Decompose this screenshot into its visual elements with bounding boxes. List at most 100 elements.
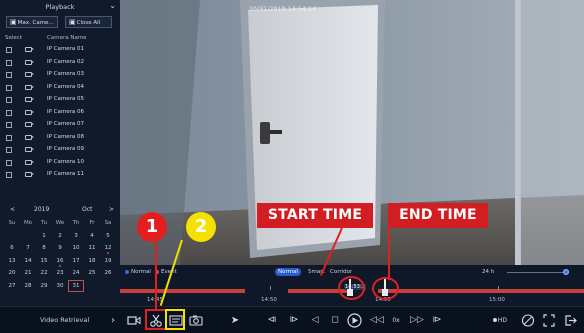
fast-forward-icon[interactable]: ▷▷ bbox=[410, 313, 424, 328]
calendar-day[interactable]: 21 bbox=[20, 267, 36, 279]
camera-checkbox[interactable] bbox=[6, 84, 12, 91]
calendar-day[interactable]: 29 bbox=[36, 280, 52, 292]
calendar-weekday: Sa bbox=[104, 220, 112, 226]
calendar-day[interactable]: 26 bbox=[100, 267, 116, 279]
calendar-day[interactable]: 30 bbox=[52, 280, 68, 292]
camera-checkbox[interactable] bbox=[6, 134, 12, 141]
calendar-day[interactable]: 28 bbox=[20, 280, 36, 292]
camera-checkbox[interactable] bbox=[6, 147, 12, 153]
camera-list-item[interactable]: IP Camera 06 bbox=[0, 107, 120, 120]
camera-icon bbox=[25, 84, 34, 90]
camera-list-item[interactable]: IP Camera 10 bbox=[0, 157, 120, 170]
normal-dot-icon bbox=[125, 269, 129, 274]
calendar-day[interactable]: 13 bbox=[4, 255, 20, 267]
legend-normal-label: Normal bbox=[131, 269, 151, 275]
camera-name: IP Camera 06 bbox=[47, 108, 85, 115]
calendar-day[interactable]: 27 bbox=[4, 280, 20, 292]
play-icon[interactable] bbox=[347, 313, 362, 328]
camera-list-item[interactable]: IP Camera 08 bbox=[0, 132, 120, 145]
calendar-day[interactable]: 24 bbox=[68, 267, 84, 279]
camera-name: IP Camera 02 bbox=[47, 58, 85, 65]
camera-name: IP Camera 04 bbox=[47, 83, 85, 90]
step-icon[interactable]: ⧐ bbox=[432, 313, 442, 328]
calendar-day[interactable]: 18 bbox=[84, 255, 100, 267]
calendar-weekday: Tu bbox=[40, 220, 47, 226]
snapshot-icon[interactable] bbox=[189, 313, 203, 328]
hd-toggle-icon[interactable]: HD bbox=[488, 313, 512, 328]
camera-list-item[interactable]: IP Camera 09 bbox=[0, 144, 120, 157]
prev-frame-icon[interactable]: ⧏ bbox=[266, 313, 278, 328]
calendar-day[interactable]: 23 bbox=[52, 267, 68, 279]
chevron-right-icon[interactable]: › bbox=[109, 313, 117, 328]
close-all-icon: ▣ bbox=[69, 18, 76, 26]
no-audio-icon[interactable] bbox=[521, 313, 535, 328]
calendar-day[interactable]: 19 bbox=[100, 255, 116, 267]
calendar-month: Oct bbox=[82, 206, 93, 213]
stop-icon[interactable]: ◻ bbox=[330, 313, 340, 328]
camera-checkbox[interactable] bbox=[6, 159, 12, 166]
calendar-day[interactable]: 12 bbox=[100, 242, 116, 254]
next-month-icon[interactable]: > bbox=[109, 206, 114, 213]
camera-name: IP Camera 05 bbox=[47, 96, 85, 102]
pointer-icon[interactable]: ➤ bbox=[230, 313, 240, 328]
zoom-level: 24 h bbox=[482, 269, 495, 275]
close-all-button[interactable]: ▣Close All bbox=[65, 16, 112, 28]
calendar-day[interactable]: 10 bbox=[68, 242, 84, 254]
camera-list-item[interactable]: IP Camera 03 bbox=[0, 69, 120, 82]
tick-label: 14:50 bbox=[261, 297, 277, 303]
camera-icon bbox=[25, 122, 34, 127]
camera-list-item[interactable]: IP Camera 02 bbox=[0, 57, 120, 70]
calendar-day[interactable]: 9 bbox=[52, 242, 68, 254]
hd-label: HD bbox=[497, 317, 508, 324]
camera-checkbox[interactable] bbox=[6, 172, 12, 178]
reverse-play-icon[interactable]: ◁ bbox=[310, 313, 320, 328]
prev-month-icon[interactable]: < bbox=[10, 206, 15, 213]
camera-list-item[interactable]: IP Camera 07 bbox=[0, 119, 120, 132]
calendar-day[interactable]: 31 bbox=[68, 279, 84, 292]
exit-icon[interactable] bbox=[565, 313, 577, 328]
calendar-weekday: We bbox=[55, 220, 65, 226]
mode-corridor-button[interactable]: Corridor bbox=[327, 268, 355, 276]
camera-list-item[interactable]: IP Camera 05 bbox=[0, 94, 120, 107]
camera-name: IP Camera 03 bbox=[47, 71, 85, 77]
camera-icon bbox=[25, 109, 34, 115]
calendar-weekday: Su bbox=[8, 220, 16, 226]
calendar-day[interactable]: 4 bbox=[84, 230, 100, 242]
camera-checkbox[interactable] bbox=[6, 97, 12, 103]
camera-outline-icon[interactable] bbox=[127, 313, 141, 328]
camera-checkbox[interactable] bbox=[6, 72, 12, 78]
camera-checkbox[interactable] bbox=[6, 109, 12, 116]
calendar-day[interactable]: 6 bbox=[4, 242, 20, 254]
camera-list-item[interactable]: IP Camera 04 bbox=[0, 82, 120, 95]
calendar-day[interactable]: 3 bbox=[68, 230, 84, 242]
calendar-day[interactable]: 11 bbox=[84, 242, 100, 254]
calendar-day[interactable]: 1 bbox=[36, 230, 52, 242]
camera-checkbox[interactable] bbox=[6, 59, 12, 66]
fullscreen-icon[interactable] bbox=[543, 313, 555, 328]
collapse-panel-icon[interactable]: ⌄ bbox=[109, 1, 116, 10]
calendar-day[interactable]: 25 bbox=[84, 267, 100, 279]
video-retrieval-label[interactable]: Video Retrieval bbox=[40, 316, 89, 324]
calendar-day[interactable]: 7 bbox=[20, 242, 36, 254]
calendar-day[interactable]: 17 bbox=[68, 255, 84, 267]
mode-normal-button[interactable]: Normal bbox=[275, 268, 301, 276]
rewind-icon[interactable]: ◁◁ bbox=[370, 313, 384, 328]
calendar-year: 2019 bbox=[34, 206, 50, 213]
camera-checkbox[interactable] bbox=[6, 47, 12, 53]
calendar-day[interactable]: 8 bbox=[36, 242, 52, 254]
calendar-day[interactable]: 14 bbox=[20, 255, 36, 267]
camera-checkbox[interactable] bbox=[6, 122, 12, 128]
next-frame-icon[interactable]: ⧐ bbox=[288, 313, 300, 328]
camera-list-item[interactable]: IP Camera 11 bbox=[0, 169, 120, 182]
calendar-day[interactable]: 2 bbox=[52, 230, 68, 242]
zoom-slider[interactable] bbox=[507, 272, 565, 273]
calendar-day[interactable]: 16 bbox=[52, 255, 68, 267]
zoom-slider-handle[interactable] bbox=[563, 269, 569, 275]
calendar-day[interactable]: 20 bbox=[4, 267, 20, 279]
calendar-day[interactable]: 22 bbox=[36, 267, 52, 279]
camera-list-item[interactable]: IP Camera 01 bbox=[0, 44, 120, 57]
calendar-day[interactable]: 15 bbox=[36, 255, 52, 267]
calendar-day[interactable]: 5 bbox=[100, 230, 116, 242]
camera-name: IP Camera 07 bbox=[47, 121, 85, 127]
max-camera-button[interactable]: ▣Max. Came... bbox=[6, 16, 58, 28]
